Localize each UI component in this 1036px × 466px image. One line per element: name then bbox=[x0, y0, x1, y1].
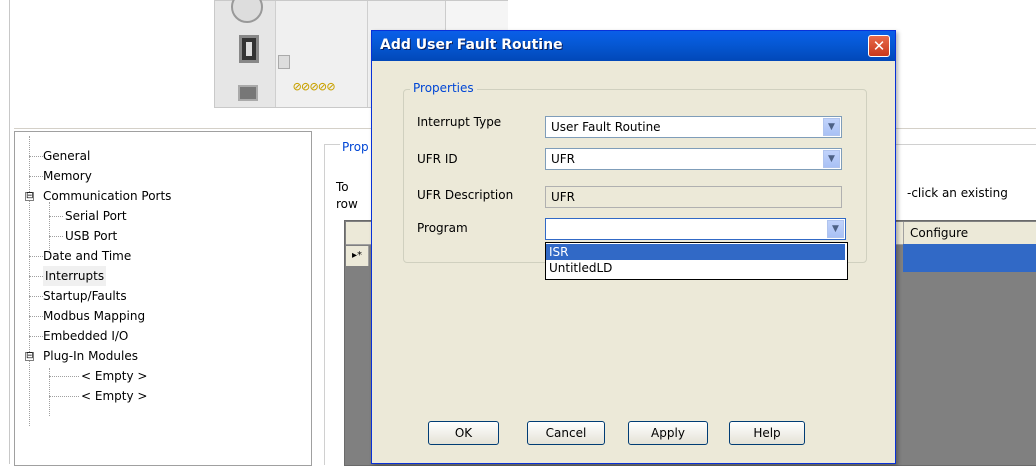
ufr-id-value: UFR bbox=[551, 152, 576, 166]
small-port-icon bbox=[238, 85, 258, 101]
tree-connector bbox=[29, 336, 43, 338]
program-label: Program bbox=[417, 221, 468, 235]
device-seam bbox=[367, 1, 368, 107]
usb-port-icon bbox=[239, 35, 259, 63]
tree-item-general[interactable]: General bbox=[43, 146, 90, 166]
connector-tab-icon bbox=[278, 55, 290, 69]
program-option-isr[interactable]: ISR bbox=[546, 244, 845, 260]
collapse-icon[interactable]: ⊟ bbox=[25, 352, 34, 361]
new-row-indicator: ▸* bbox=[346, 246, 369, 266]
tree-item-interrupts[interactable]: Interrupts bbox=[43, 266, 107, 286]
ufr-id-label: UFR ID bbox=[417, 152, 458, 166]
tree-connector bbox=[29, 296, 43, 298]
tree-item-embedded-io[interactable]: Embedded I/O bbox=[43, 326, 128, 346]
cancel-button[interactable]: Cancel bbox=[527, 421, 605, 445]
tree-connector bbox=[29, 156, 43, 158]
tree-connector bbox=[29, 316, 43, 318]
properties-group-title: Properties bbox=[410, 81, 477, 95]
ufr-description-label: UFR Description bbox=[417, 188, 514, 202]
tree-item-serial-port[interactable]: Serial Port bbox=[65, 206, 127, 226]
ufr-description-field[interactable]: UFR bbox=[545, 186, 842, 208]
tree-item-communication-ports[interactable]: Communication Ports bbox=[43, 186, 171, 206]
usb-port-inner bbox=[246, 42, 252, 56]
config-tree: General Memory ⊟ Communication Ports Ser… bbox=[14, 131, 312, 466]
hint-line-2: row bbox=[336, 197, 358, 211]
collapse-icon[interactable]: ⊟ bbox=[25, 192, 34, 201]
interrupt-type-value: User Fault Routine bbox=[551, 120, 661, 134]
tree-item-modbus-mapping[interactable]: Modbus Mapping bbox=[43, 306, 145, 326]
program-dropdown-list: ISR UntitledLD bbox=[545, 242, 848, 280]
tree-connector bbox=[29, 256, 43, 258]
tree-item-startup-faults[interactable]: Startup/Faults bbox=[43, 286, 127, 306]
chevron-down-icon[interactable]: ▼ bbox=[823, 150, 840, 168]
chevron-down-icon[interactable]: ▼ bbox=[823, 118, 840, 136]
dialog-title: Add User Fault Routine bbox=[380, 37, 563, 53]
help-button[interactable]: Help bbox=[729, 421, 805, 445]
tree-connector bbox=[49, 236, 63, 238]
left-border bbox=[9, 0, 10, 464]
ok-button[interactable]: OK bbox=[428, 421, 499, 445]
tree-connector bbox=[29, 176, 43, 178]
close-button[interactable]: ✕ bbox=[868, 35, 890, 57]
close-icon: ✕ bbox=[872, 37, 886, 55]
tree-trunk-line bbox=[29, 136, 31, 426]
tree-item-date-and-time[interactable]: Date and Time bbox=[43, 246, 131, 266]
tree-item-empty-slot-2[interactable]: < Empty > bbox=[81, 386, 147, 406]
configure-column-header[interactable]: Configure bbox=[903, 222, 1036, 244]
program-select[interactable]: ▼ bbox=[545, 218, 846, 240]
tree-item-usb-port[interactable]: USB Port bbox=[65, 226, 117, 246]
properties-legend-background: Prop bbox=[340, 140, 371, 154]
dialog-title-bar[interactable]: Add User Fault Routine ✕ bbox=[372, 31, 895, 61]
configure-cell-selected[interactable] bbox=[903, 244, 1036, 272]
ufr-description-value: UFR bbox=[551, 190, 576, 204]
hint-text-right: -click an existing bbox=[907, 186, 1008, 200]
tree-item-empty-slot-1[interactable]: < Empty > bbox=[81, 366, 147, 386]
hint-line-1: To bbox=[336, 180, 349, 194]
tree-item-memory[interactable]: Memory bbox=[43, 166, 92, 186]
interrupt-type-select[interactable]: User Fault Routine ▼ bbox=[545, 116, 842, 138]
apply-button[interactable]: Apply bbox=[628, 421, 708, 445]
program-option-untitledld[interactable]: UntitledLD bbox=[546, 260, 845, 276]
tree-connector bbox=[49, 216, 63, 218]
tree-connector bbox=[49, 376, 79, 378]
terminal-strip: ⊘⊘⊘⊘⊘ bbox=[293, 79, 336, 95]
tree-connector bbox=[49, 396, 79, 398]
tree-item-plug-in-modules[interactable]: Plug-In Modules bbox=[43, 346, 138, 366]
ufr-id-select[interactable]: UFR ▼ bbox=[545, 148, 842, 170]
tree-branch-line-comm bbox=[49, 202, 51, 252]
add-user-fault-routine-dialog: Add User Fault Routine ✕ Properties Inte… bbox=[371, 30, 896, 464]
interrupt-type-label: Interrupt Type bbox=[417, 115, 502, 129]
chevron-down-icon[interactable]: ▼ bbox=[827, 220, 844, 238]
tree-connector bbox=[29, 276, 43, 278]
hint-text-left: To row bbox=[336, 179, 358, 213]
